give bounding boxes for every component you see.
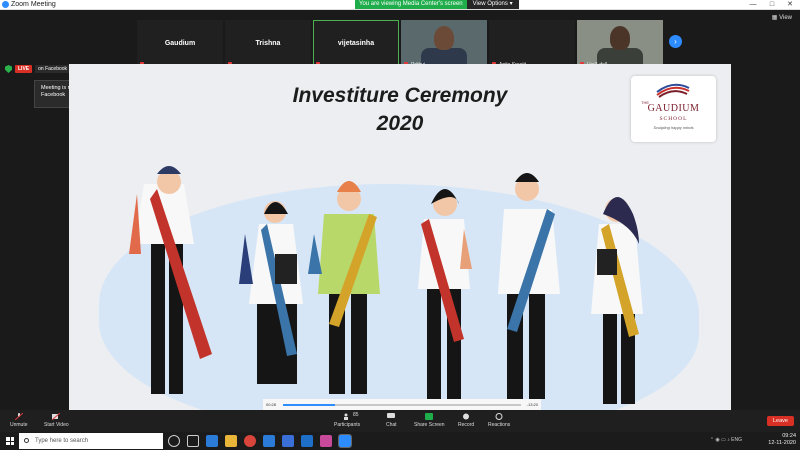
language-indicator[interactable]: ENG	[731, 437, 742, 443]
reactions-label: Reactions	[488, 422, 511, 428]
video-off-icon	[52, 413, 61, 420]
participant-video-head	[434, 26, 454, 50]
participant-video-tile[interactable]: Usr3-dell	[577, 20, 663, 70]
view-button-label: View	[779, 15, 792, 21]
mic-muted-icon	[14, 413, 23, 420]
search-placeholder: Type here to search	[35, 438, 89, 444]
outlook-icon[interactable]	[301, 435, 313, 447]
live-status[interactable]: LIVE on Facebook	[5, 65, 71, 73]
view-options-button[interactable]: View Options ▾	[466, 0, 519, 9]
window-title: Zoom Meeting	[11, 1, 56, 8]
viewing-message: You are viewing Media Center's screen	[355, 0, 467, 9]
windows-start-icon[interactable]	[6, 437, 14, 445]
edge-icon[interactable]	[206, 435, 218, 447]
clock-date: 12-11-2020	[768, 440, 796, 446]
participant-tile[interactable]: vijetasinha	[313, 20, 399, 70]
next-page-icon[interactable]: ›	[669, 35, 682, 48]
viewing-banner: You are viewing Media Center's screen Vi…	[355, 0, 519, 9]
maximize-button[interactable]: □	[763, 0, 781, 10]
window-titlebar: Zoom Meeting — □ ✕ You are viewing Media…	[0, 0, 800, 10]
close-button[interactable]: ✕	[781, 0, 799, 10]
student-figure	[239, 201, 303, 384]
start-video-label: Start Video	[44, 422, 69, 428]
edge-legacy-icon[interactable]	[263, 435, 275, 447]
participant-name: Trishna	[255, 40, 281, 47]
playback-track[interactable]	[283, 404, 521, 406]
file-explorer-icon[interactable]	[225, 435, 237, 447]
security-shield-icon	[5, 65, 12, 73]
record-label: Record	[458, 422, 475, 428]
task-view-icon[interactable]	[187, 435, 199, 447]
participant-tile[interactable]: Trishna	[225, 20, 311, 70]
share-screen-button[interactable]: Share Screen	[414, 413, 445, 428]
playback-elapsed: 00:28	[266, 402, 277, 407]
leave-button[interactable]: Leave	[767, 416, 794, 426]
participants-label: Participants	[334, 422, 361, 428]
student-figure	[591, 197, 643, 404]
unmute-button[interactable]: Unmute	[10, 413, 28, 428]
start-video-button[interactable]: Start Video	[44, 413, 69, 428]
student-figure	[498, 173, 560, 399]
taskbar-apps	[168, 434, 352, 448]
live-badge[interactable]: LIVE	[15, 65, 33, 73]
participant-name: vijetasinha	[337, 40, 375, 47]
student-figure	[418, 189, 472, 399]
chat-icon	[387, 413, 396, 418]
view-button[interactable]: ▦ View	[772, 14, 792, 21]
record-icon	[463, 413, 470, 420]
participant-video-head	[610, 26, 630, 50]
reactions-icon	[495, 413, 503, 420]
zoom-app-icon	[2, 1, 9, 8]
app-icon[interactable]	[282, 435, 294, 447]
clock[interactable]: 09:24 12-11-2020	[768, 433, 796, 447]
cortana-icon[interactable]	[168, 435, 180, 447]
app-icon[interactable]	[320, 435, 332, 447]
windows-taskbar: Type here to search ⌃ ◉ ▭ ♪ ENG 09:24 12…	[0, 432, 800, 450]
participants-icon	[344, 413, 349, 420]
participant-tile[interactable]: Gaudium	[137, 20, 223, 70]
playback-progress-fill	[283, 404, 336, 406]
playback-remaining: -13:20	[526, 402, 538, 407]
chrome-icon[interactable]	[244, 435, 256, 447]
zoom-taskbar-icon[interactable]	[338, 434, 352, 448]
minimize-button[interactable]: —	[744, 0, 762, 10]
unmute-label: Unmute	[10, 422, 28, 428]
search-icon	[24, 438, 29, 443]
student-figure	[129, 166, 212, 394]
share-screen-icon	[425, 413, 434, 420]
share-screen-label: Share Screen	[414, 422, 445, 428]
taskbar-search[interactable]: Type here to search	[19, 433, 163, 449]
participants-count: 85	[353, 412, 359, 418]
reactions-button[interactable]: Reactions	[488, 413, 510, 428]
live-platform: on Facebook	[35, 65, 71, 73]
meeting-toolbar: Unmute Start Video Participants 85 Chat …	[0, 410, 800, 432]
chat-button[interactable]: Chat	[386, 413, 397, 428]
shared-screen: Investiture Ceremony 2020 THE GAUDIUM SC…	[69, 64, 731, 412]
participant-video-tile[interactable]: Prithvi	[401, 20, 487, 70]
students-illustration	[129, 166, 643, 404]
student-figure	[308, 181, 380, 394]
tray-icons[interactable]: ⌃ ◉ ▭ ♪ ENG	[710, 437, 742, 443]
participant-name: Gaudium	[164, 40, 196, 47]
participant-strip: Gaudium Trishna vijetasinha Prithvi Anit…	[137, 20, 663, 70]
record-button[interactable]: Record	[458, 413, 474, 428]
chat-label: Chat	[386, 422, 397, 428]
participant-tile[interactable]: Anita Sreejit	[489, 20, 575, 70]
clock-time: 09:24	[782, 433, 796, 439]
